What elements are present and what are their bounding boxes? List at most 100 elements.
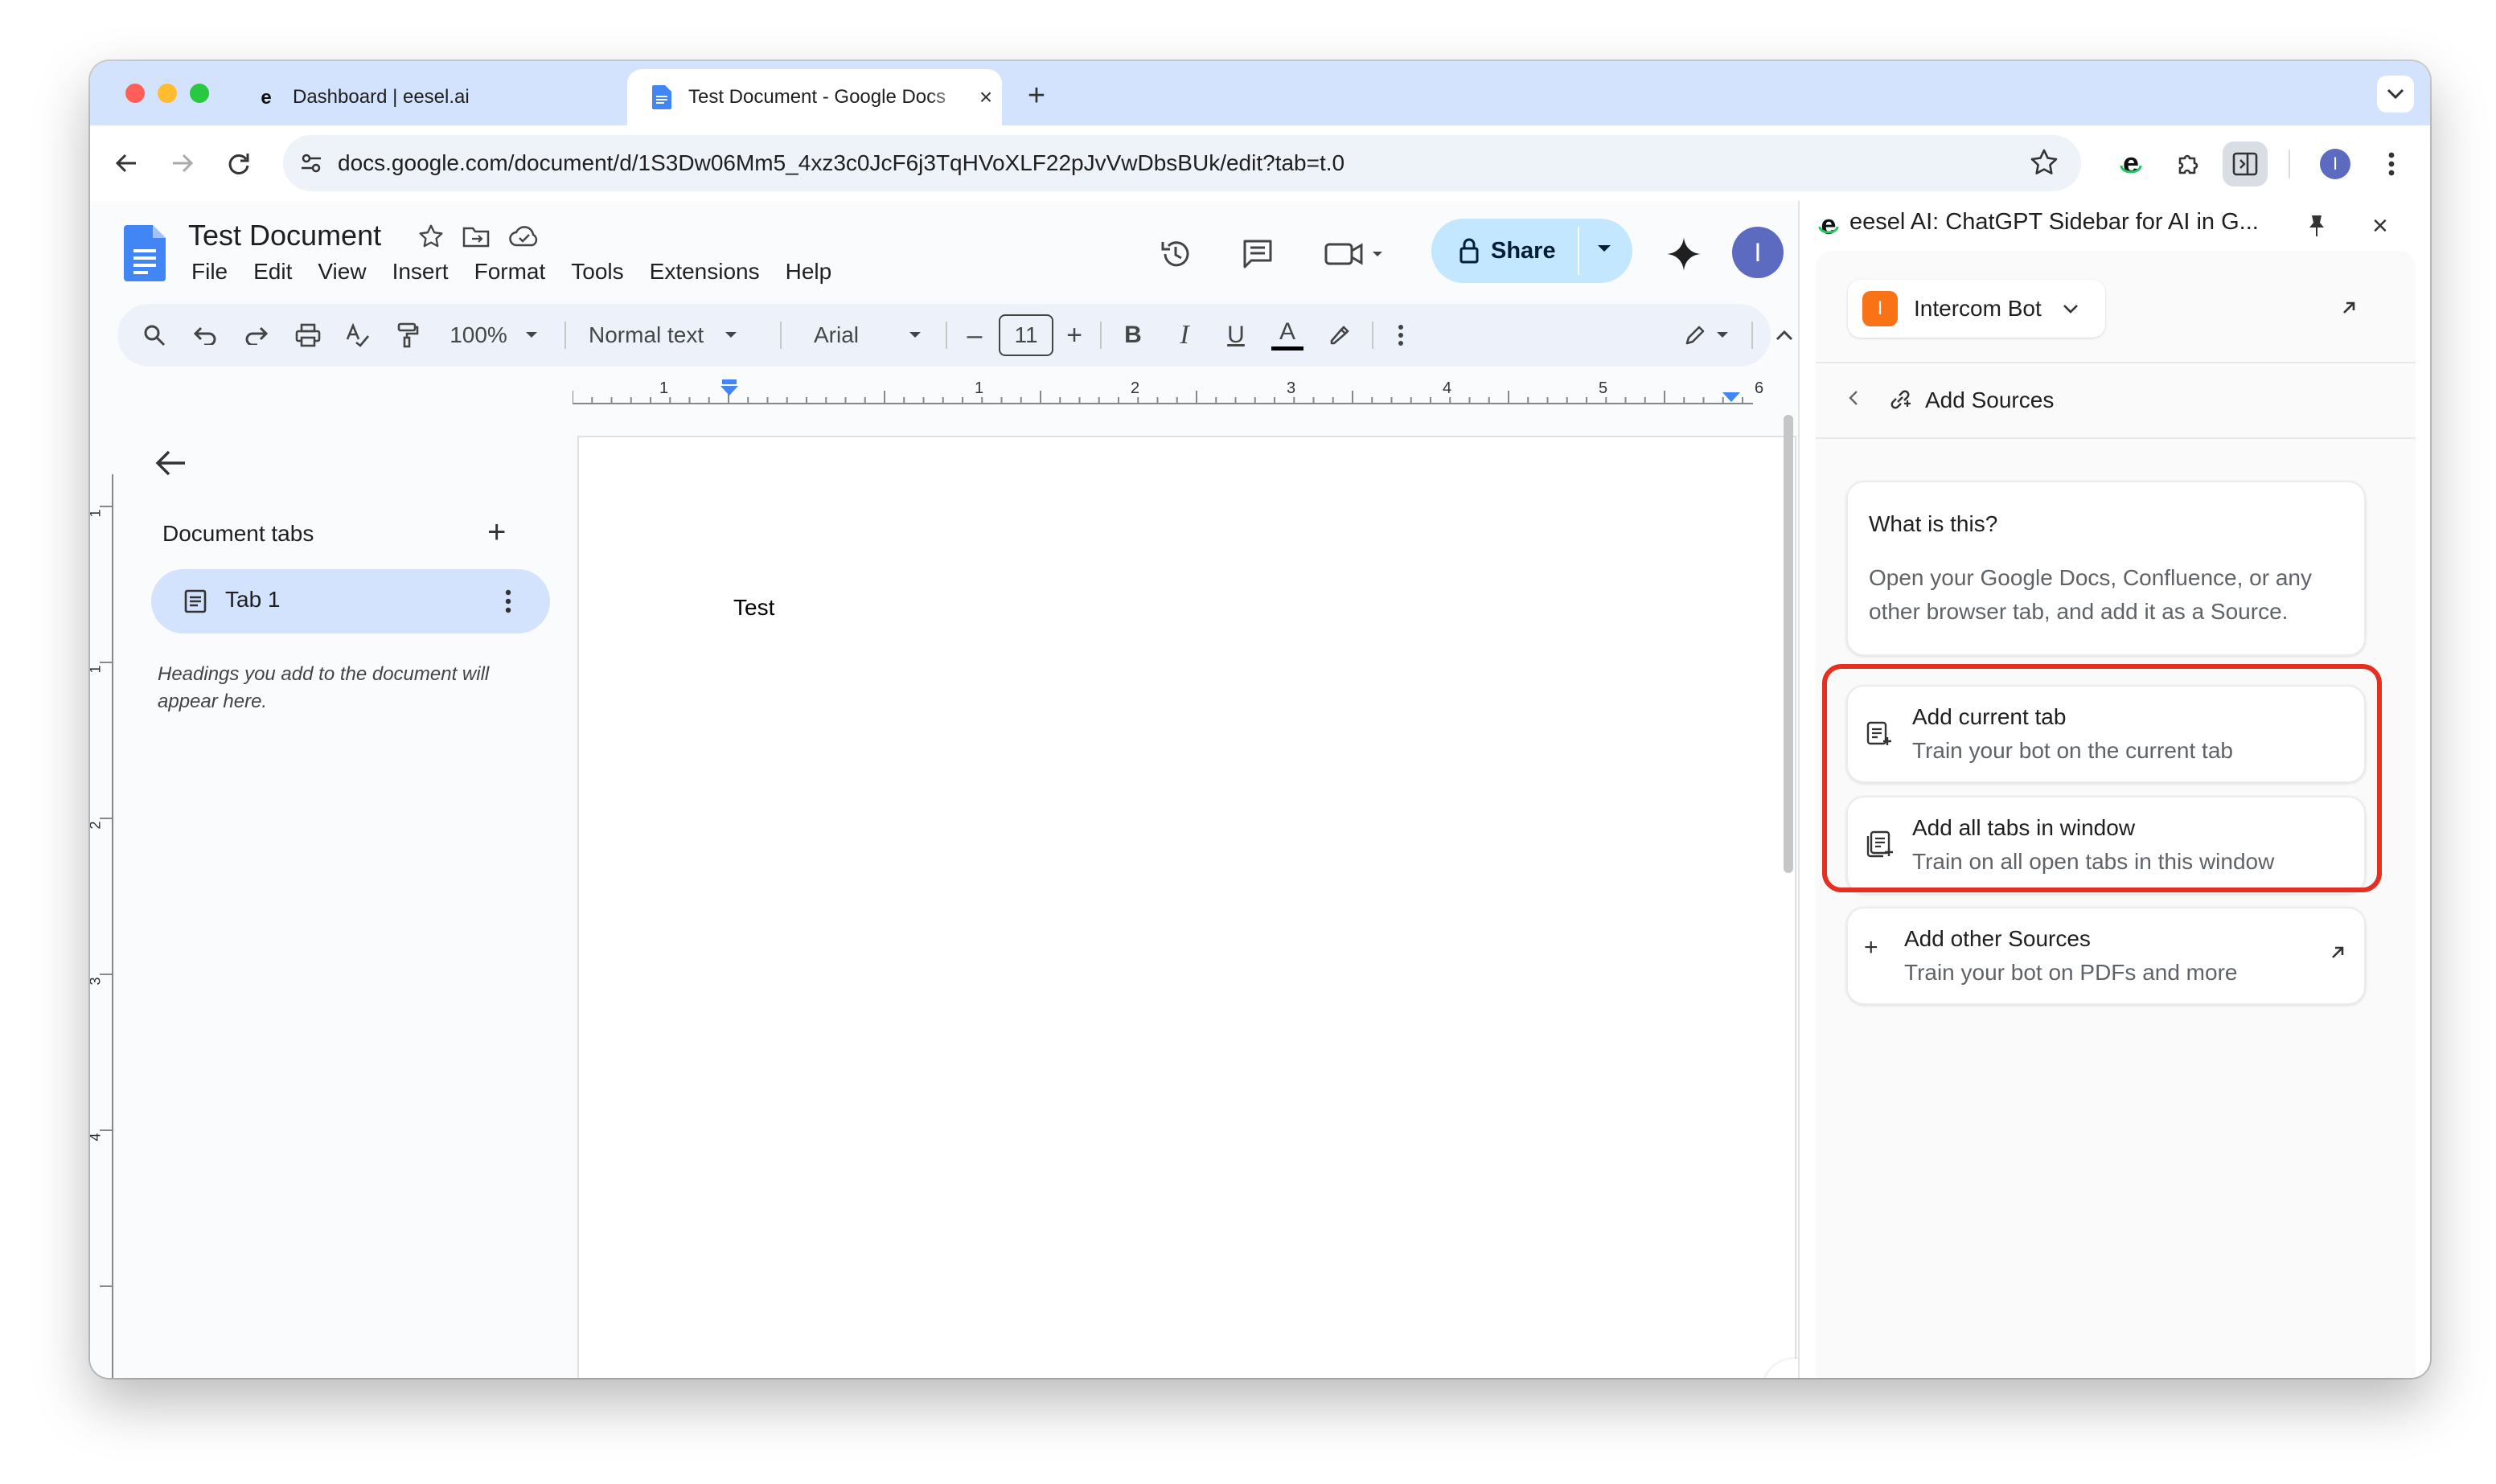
forward-button[interactable] bbox=[162, 143, 203, 183]
pin-icon[interactable] bbox=[2308, 214, 2326, 242]
underline-icon[interactable]: U bbox=[1217, 304, 1254, 367]
back-chevron-icon[interactable] bbox=[1848, 389, 1859, 411]
add-sources-heading: Add Sources bbox=[1925, 387, 2055, 412]
tab-options-icon[interactable] bbox=[505, 588, 511, 614]
spellcheck-icon[interactable] bbox=[338, 304, 378, 367]
back-button[interactable] bbox=[106, 143, 146, 183]
font-select[interactable]: Arial bbox=[793, 304, 938, 367]
search-menus-icon[interactable] bbox=[132, 304, 177, 367]
lock-icon bbox=[1459, 238, 1479, 264]
share-dropdown-icon[interactable] bbox=[1595, 243, 1613, 258]
toolbar-separator bbox=[564, 322, 566, 349]
menu-view[interactable]: View bbox=[318, 259, 366, 285]
vertical-scrollbar[interactable] bbox=[1784, 415, 1793, 873]
menu-tools[interactable]: Tools bbox=[571, 259, 623, 285]
tab-title: Dashboard | eesel.ai bbox=[293, 86, 470, 108]
bot-avatar: I bbox=[1862, 291, 1898, 326]
reload-icon bbox=[228, 154, 249, 174]
extensions-puzzle-icon[interactable] bbox=[2166, 141, 2211, 187]
italic-icon[interactable]: I bbox=[1166, 304, 1203, 367]
maximize-window-button[interactable] bbox=[190, 84, 209, 103]
font-size-input[interactable]: 11 bbox=[999, 304, 1053, 367]
menu-extensions[interactable]: Extensions bbox=[650, 259, 760, 285]
browser-tab-docs[interactable]: Test Document - Google Docs × bbox=[627, 69, 1002, 125]
close-side-panel-icon[interactable]: × bbox=[2372, 212, 2388, 240]
new-tab-button[interactable]: + bbox=[1016, 76, 1057, 116]
share-label: Share bbox=[1491, 237, 1556, 264]
bookmark-star-icon[interactable] bbox=[2030, 148, 2059, 177]
close-outline-button[interactable] bbox=[154, 449, 187, 482]
tab-search-button[interactable] bbox=[2377, 76, 2414, 113]
tab-1-item[interactable]: Tab 1 bbox=[151, 569, 550, 633]
bot-selector[interactable]: I Intercom Bot bbox=[1848, 280, 2105, 338]
add-other-sources-button[interactable]: + Add other Sources Train your bot on PD… bbox=[1846, 907, 2366, 1005]
paint-format-icon[interactable] bbox=[388, 304, 428, 367]
text-color-icon[interactable]: A bbox=[1267, 304, 1308, 367]
open-external-icon[interactable] bbox=[2340, 299, 2358, 321]
toolbar-separator bbox=[946, 322, 947, 349]
address-bar[interactable]: docs.google.com/document/d/1S3Dw06Mm5_4x… bbox=[283, 135, 2081, 191]
paragraph-style-select[interactable]: Normal text bbox=[577, 304, 770, 367]
add-tab-button[interactable]: + bbox=[487, 514, 506, 551]
menu-edit[interactable]: Edit bbox=[253, 259, 292, 285]
bot-name: Intercom Bot bbox=[1914, 296, 2042, 321]
redo-icon[interactable] bbox=[236, 304, 277, 367]
browser-menu-button[interactable] bbox=[2369, 141, 2414, 187]
menu-file[interactable]: File bbox=[191, 259, 228, 285]
editing-mode-select[interactable] bbox=[1674, 304, 1739, 367]
star-icon[interactable] bbox=[415, 220, 447, 252]
more-options-icon[interactable] bbox=[1385, 304, 1417, 367]
version-history-icon[interactable] bbox=[1153, 232, 1198, 277]
minimize-window-button[interactable] bbox=[158, 84, 177, 103]
toolbar-separator bbox=[1372, 322, 1373, 349]
increase-font-size-button[interactable]: + bbox=[1058, 304, 1090, 367]
side-panel-toggle-icon[interactable] bbox=[2223, 141, 2268, 187]
document-tabs-heading: Document tabs bbox=[162, 521, 314, 546]
ruler-label: 4 bbox=[90, 1133, 105, 1141]
ruler-label: 2 bbox=[1131, 379, 1140, 397]
docs-account-avatar[interactable]: I bbox=[1732, 227, 1784, 278]
add-other-sources-subtitle: Train your bot on PDFs and more bbox=[1904, 960, 2238, 985]
ruler-label: 2 bbox=[90, 821, 105, 829]
share-button[interactable]: Share bbox=[1431, 219, 1632, 283]
dropdown-caret-icon bbox=[1717, 332, 1728, 338]
share-divider bbox=[1578, 227, 1579, 275]
plus-icon: + bbox=[1864, 934, 1878, 961]
menu-help[interactable]: Help bbox=[786, 259, 832, 285]
menu-format[interactable]: Format bbox=[474, 259, 546, 285]
document-body-text[interactable]: Test bbox=[733, 595, 774, 621]
move-folder-icon[interactable] bbox=[460, 220, 492, 252]
site-info-icon[interactable] bbox=[299, 151, 323, 175]
docs-menubar: File Edit View Insert Format Tools Exten… bbox=[191, 259, 857, 285]
tab-1-label: Tab 1 bbox=[225, 587, 281, 612]
undo-icon[interactable] bbox=[185, 304, 225, 367]
highlight-color-icon[interactable] bbox=[1319, 304, 1359, 367]
document-page[interactable]: Test bbox=[577, 436, 1796, 1378]
gemini-sparkle-icon[interactable] bbox=[1658, 228, 1710, 280]
bold-icon[interactable]: B bbox=[1115, 304, 1152, 367]
reload-button[interactable] bbox=[219, 143, 259, 183]
vertical-ruler[interactable]: 1 1 2 3 4 bbox=[90, 474, 114, 1378]
close-window-button[interactable] bbox=[125, 84, 145, 103]
print-icon[interactable] bbox=[288, 304, 328, 367]
meet-video-icon[interactable] bbox=[1319, 232, 1391, 277]
toolbar-separator bbox=[780, 322, 782, 349]
menu-insert[interactable]: Insert bbox=[392, 259, 449, 285]
ruler-label: 3 bbox=[90, 977, 105, 985]
eesel-extension-icon[interactable]: e bbox=[2108, 141, 2153, 187]
docs-home-icon[interactable] bbox=[124, 225, 166, 285]
tab-strip: e Dashboard | eesel.ai × Test Document -… bbox=[90, 61, 2430, 125]
comments-icon[interactable] bbox=[1235, 232, 1280, 277]
svg-text:e: e bbox=[2123, 148, 2139, 179]
cloud-saved-icon[interactable] bbox=[507, 220, 542, 252]
horizontal-ruler[interactable]: 1 1 2 3 4 5 6 bbox=[572, 376, 1763, 405]
profile-avatar: I bbox=[2320, 149, 2350, 179]
kebab-menu-icon bbox=[2388, 152, 2395, 176]
close-tab-icon[interactable]: × bbox=[970, 84, 1002, 110]
decrease-font-size-button[interactable]: – bbox=[959, 304, 991, 367]
zoom-select[interactable]: 100% bbox=[437, 304, 550, 367]
document-title[interactable]: Test Document bbox=[188, 219, 381, 252]
eesel-e-icon: e bbox=[254, 85, 278, 109]
ruler-label: 1 bbox=[659, 379, 669, 397]
profile-button[interactable]: I bbox=[2313, 141, 2358, 187]
